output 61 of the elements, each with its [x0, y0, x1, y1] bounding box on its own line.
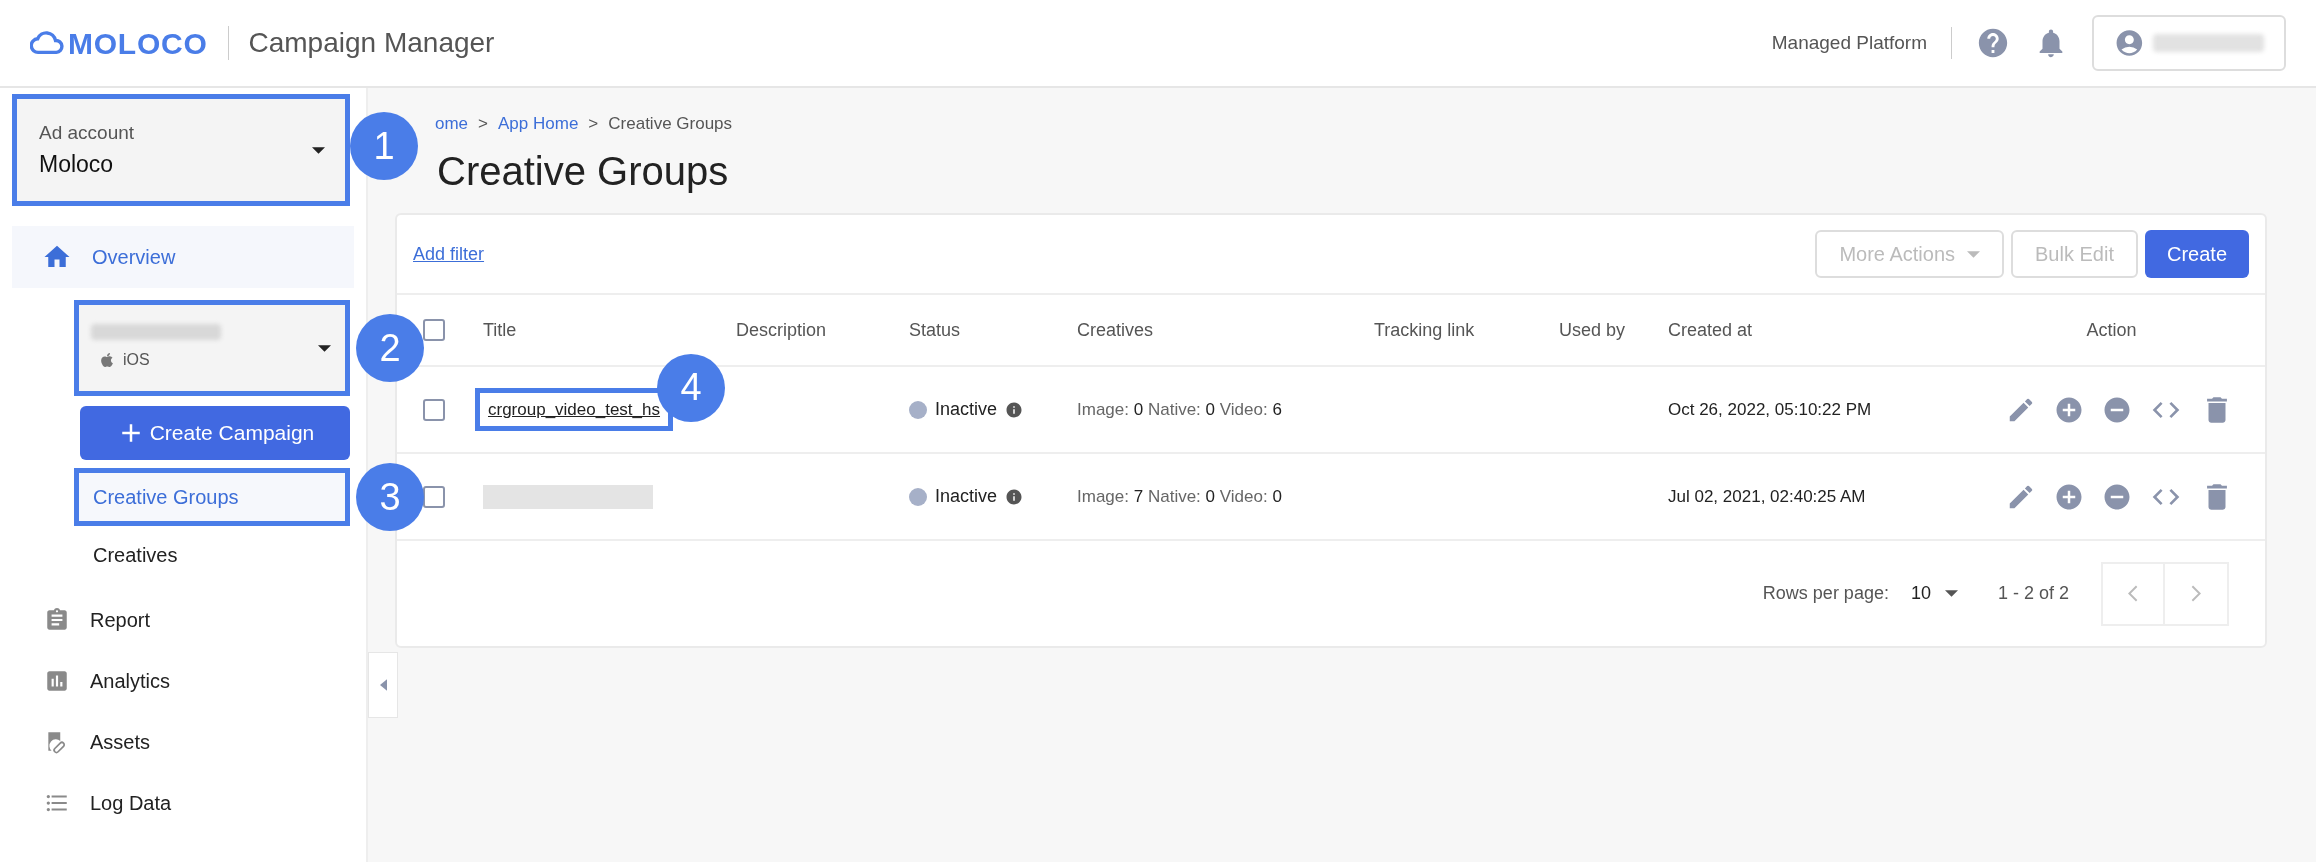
caret-icon — [312, 146, 325, 154]
caret-icon — [318, 344, 331, 352]
apple-icon — [99, 352, 115, 368]
breadcrumb-separator: > — [588, 113, 599, 136]
user-menu[interactable] — [2092, 15, 2286, 71]
help-icon[interactable] — [1976, 26, 2010, 60]
account-selector[interactable]: Ad account Moloco — [12, 94, 350, 206]
status-cell: Inactive — [897, 483, 1065, 510]
sidebar-subitem[interactable]: Creative Groups — [74, 468, 350, 526]
table-cell-text: Image: 7 Native: 0 Video: 0 — [1076, 485, 1283, 508]
cloud-logo-icon — [30, 29, 64, 57]
platform-text: iOS — [123, 350, 150, 370]
rows-per-page-label: Rows per page: — [1762, 582, 1889, 605]
rows-per-page-select[interactable]: 10 — [1910, 580, 1958, 607]
avatar-icon — [2114, 27, 2145, 59]
app-title: Campaign Manager — [248, 26, 495, 60]
account-label: Ad account — [39, 120, 136, 145]
app-selector[interactable]: iOS — [74, 300, 350, 396]
table-cell-text: Image: 0 Native: 0 Video: 6 — [1076, 398, 1283, 421]
sidebar-item[interactable]: Analytics — [44, 659, 366, 703]
info-icon — [1005, 400, 1024, 419]
bar-chart-icon — [44, 668, 70, 694]
column-header: Status — [908, 318, 962, 342]
account-name: Moloco — [39, 150, 115, 179]
select-all-checkbox[interactable] — [423, 319, 445, 341]
info-icon — [1005, 487, 1024, 506]
add-filter-link[interactable]: Add filter — [413, 240, 485, 268]
column-header: Description — [735, 318, 828, 342]
breadcrumb-link[interactable]: App Home — [498, 111, 579, 137]
chevron-left-icon — [2128, 585, 2138, 602]
caret-icon — [1944, 590, 1958, 597]
collapse-arrow-icon — [379, 679, 387, 691]
row-checkbox[interactable] — [423, 398, 445, 421]
column-header: Created at — [1667, 318, 1754, 342]
sidebar-item[interactable]: Assets — [44, 720, 366, 764]
sidebar-subitem[interactable]: Creatives — [74, 526, 350, 584]
overview-item[interactable]: Overview — [12, 226, 354, 288]
create-campaign-button[interactable]: Create Campaign — [80, 406, 350, 460]
sidebar-item[interactable]: Report — [44, 598, 366, 642]
status-cell: Inactive — [897, 396, 1065, 423]
column-header: Action — [2085, 318, 2138, 342]
column-header: Used by — [1558, 318, 1627, 342]
column-header: Tracking link — [1373, 318, 1476, 342]
column-header: Title — [482, 318, 518, 342]
logo-text: MOLOCO — [68, 25, 208, 62]
table-cell-text: Oct 26, 2022, 05:10:22 PM — [1667, 398, 1873, 421]
row-checkbox[interactable] — [423, 485, 445, 508]
create-button[interactable]: Create — [2144, 230, 2249, 278]
page-title: Creative Groups — [436, 148, 730, 195]
sidebar-item[interactable]: Log Data — [44, 781, 366, 825]
column-header: Creatives — [1076, 318, 1155, 342]
chevron-right-icon — [2191, 585, 2201, 602]
breadcrumb-separator: > — [478, 113, 488, 136]
platform-label: Managed Platform — [1771, 30, 1927, 55]
page-range: 1 - 2 of 2 — [1997, 582, 2069, 605]
breadcrumb-link[interactable]: ome — [435, 111, 469, 137]
collapse-tab[interactable] — [368, 652, 398, 718]
caret-icon — [1967, 250, 1981, 258]
step-marker: 1 — [350, 112, 418, 180]
table-cell-text: Jul 02, 2021, 02:40:25 AM — [1667, 485, 1867, 508]
clipboard-icon — [44, 607, 70, 633]
